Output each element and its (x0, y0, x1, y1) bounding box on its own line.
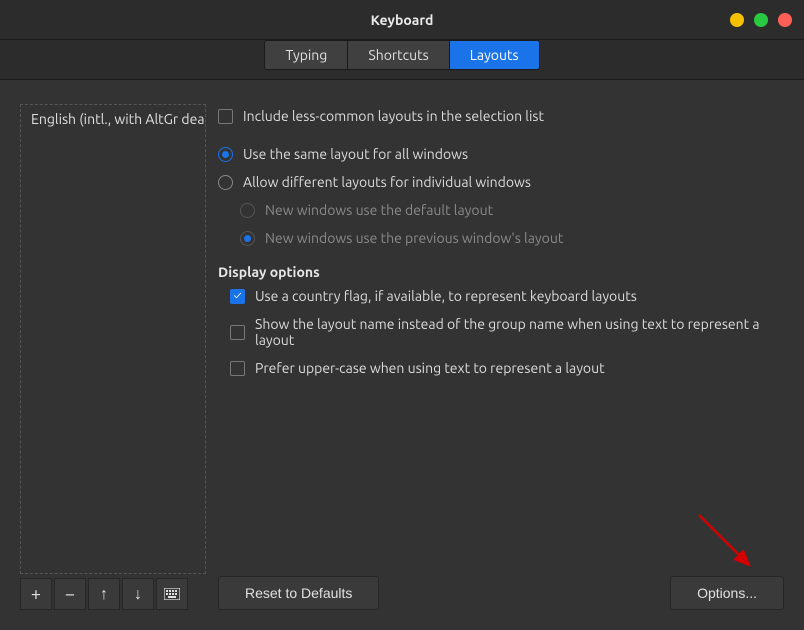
arrow-up-icon: ↑ (100, 585, 108, 604)
same-layout-radio[interactable] (218, 147, 233, 162)
tab-shortcuts[interactable]: Shortcuts (348, 41, 449, 69)
include-less-common-label: Include less-common layouts in the selec… (243, 108, 544, 124)
show-layout-name-row[interactable]: Show the layout name instead of the grou… (218, 312, 784, 356)
allow-different-row[interactable]: Allow different layouts for individual w… (218, 170, 784, 198)
remove-layout-button[interactable]: − (54, 578, 86, 610)
minus-icon: − (65, 584, 75, 604)
prefer-upper-row[interactable]: Prefer upper-case when using text to rep… (218, 356, 784, 384)
close-button[interactable] (778, 13, 792, 27)
minimize-button[interactable] (730, 13, 744, 27)
window-controls (730, 13, 792, 27)
reset-to-defaults-button[interactable]: Reset to Defaults (218, 576, 379, 610)
options-button[interactable]: Options... (670, 576, 784, 610)
allow-different-label: Allow different layouts for individual w… (243, 174, 531, 190)
country-flag-label: Use a country flag, if available, to rep… (255, 288, 637, 304)
same-layout-label: Use the same layout for all windows (243, 146, 468, 162)
prefer-upper-checkbox[interactable] (230, 361, 245, 376)
titlebar: Keyboard (0, 0, 804, 40)
display-options-title: Display options (218, 264, 784, 280)
country-flag-row[interactable]: Use a country flag, if available, to rep… (218, 284, 784, 312)
show-layout-name-label: Show the layout name instead of the grou… (255, 316, 784, 348)
same-layout-row[interactable]: Use the same layout for all windows (218, 142, 784, 170)
include-less-common-row[interactable]: Include less-common layouts in the selec… (218, 104, 784, 132)
new-windows-default-label: New windows use the default layout (265, 202, 493, 218)
prefer-upper-label: Prefer upper-case when using text to rep… (255, 360, 605, 376)
new-windows-default-row: New windows use the default layout (218, 198, 784, 226)
list-item[interactable]: English (intl., with AltGr dead k (21, 105, 205, 133)
tab-bar: Typing Shortcuts Layouts (0, 40, 804, 80)
layout-toolbar: + − ↑ ↓ (20, 578, 206, 610)
keyboard-icon (164, 588, 180, 600)
new-windows-previous-row: New windows use the previous window's la… (218, 226, 784, 254)
tab-typing[interactable]: Typing (265, 41, 348, 69)
move-down-button[interactable]: ↓ (122, 578, 154, 610)
allow-different-radio[interactable] (218, 175, 233, 190)
keyboard-preview-button[interactable] (156, 578, 188, 610)
new-windows-default-radio (240, 203, 255, 218)
plus-icon: + (31, 584, 41, 604)
move-up-button[interactable]: ↑ (88, 578, 120, 610)
window-title: Keyboard (371, 12, 434, 28)
show-layout-name-checkbox[interactable] (230, 325, 245, 340)
country-flag-checkbox[interactable] (230, 289, 245, 304)
maximize-button[interactable] (754, 13, 768, 27)
layout-list[interactable]: English (intl., with AltGr dead k (20, 104, 206, 574)
arrow-down-icon: ↓ (134, 585, 142, 604)
include-less-common-checkbox[interactable] (218, 109, 233, 124)
tab-layouts[interactable]: Layouts (450, 41, 539, 69)
new-windows-previous-radio (240, 231, 255, 246)
new-windows-previous-label: New windows use the previous window's la… (265, 230, 563, 246)
add-layout-button[interactable]: + (20, 578, 52, 610)
